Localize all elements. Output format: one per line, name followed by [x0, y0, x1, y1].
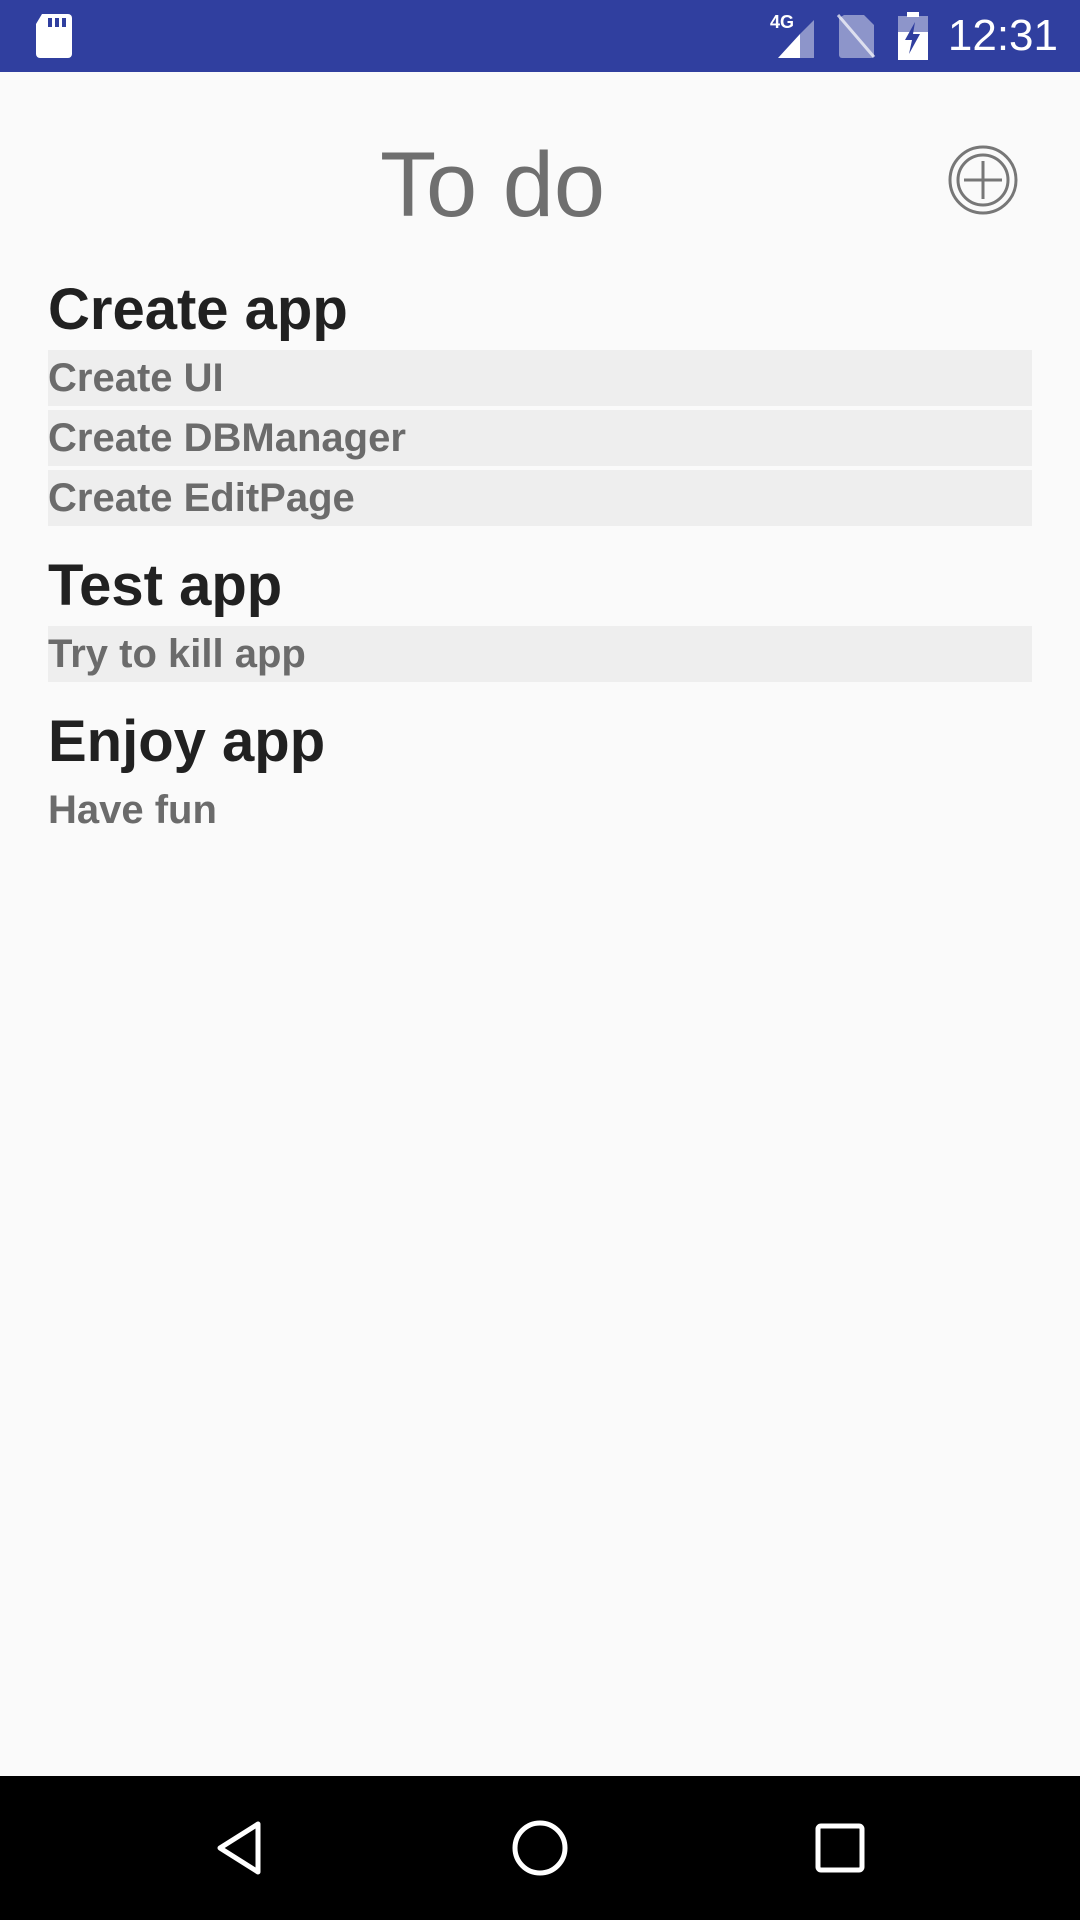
group-title[interactable]: Test app [48, 548, 1032, 624]
sd-card-icon [36, 14, 72, 58]
home-icon[interactable] [510, 1818, 570, 1878]
todo-item[interactable]: Have fun [48, 782, 1032, 838]
todo-group: Enjoy app Have fun [48, 704, 1032, 838]
todo-item[interactable]: Create UI [48, 350, 1032, 406]
todo-item[interactable]: Try to kill app [48, 626, 1032, 682]
status-bar: 4G 12:31 [0, 0, 1080, 72]
todo-item[interactable]: Create EditPage [48, 470, 1032, 526]
group-title[interactable]: Create app [48, 272, 1032, 348]
todo-item[interactable]: Create DBManager [48, 410, 1032, 466]
network-type-label: 4G [770, 12, 794, 32]
page-title: To do [379, 134, 606, 236]
status-icons: 4G 12:31 [770, 0, 1058, 72]
todo-group: Test app Try to kill app [48, 548, 1032, 682]
group-title[interactable]: Enjoy app [48, 704, 1032, 780]
status-clock: 12:31 [947, 11, 1058, 60]
todo-list: Create app Create UI Create DBManager Cr… [48, 272, 1032, 860]
recents-icon[interactable] [810, 1818, 870, 1878]
no-sim-icon [836, 14, 876, 58]
back-icon[interactable] [210, 1818, 270, 1878]
todo-group: Create app Create UI Create DBManager Cr… [48, 272, 1032, 526]
signal-icon: 4G [770, 12, 814, 58]
battery-charging-icon [897, 12, 928, 60]
navigation-bar [0, 1776, 1080, 1920]
add-circle-icon[interactable] [948, 145, 1018, 215]
